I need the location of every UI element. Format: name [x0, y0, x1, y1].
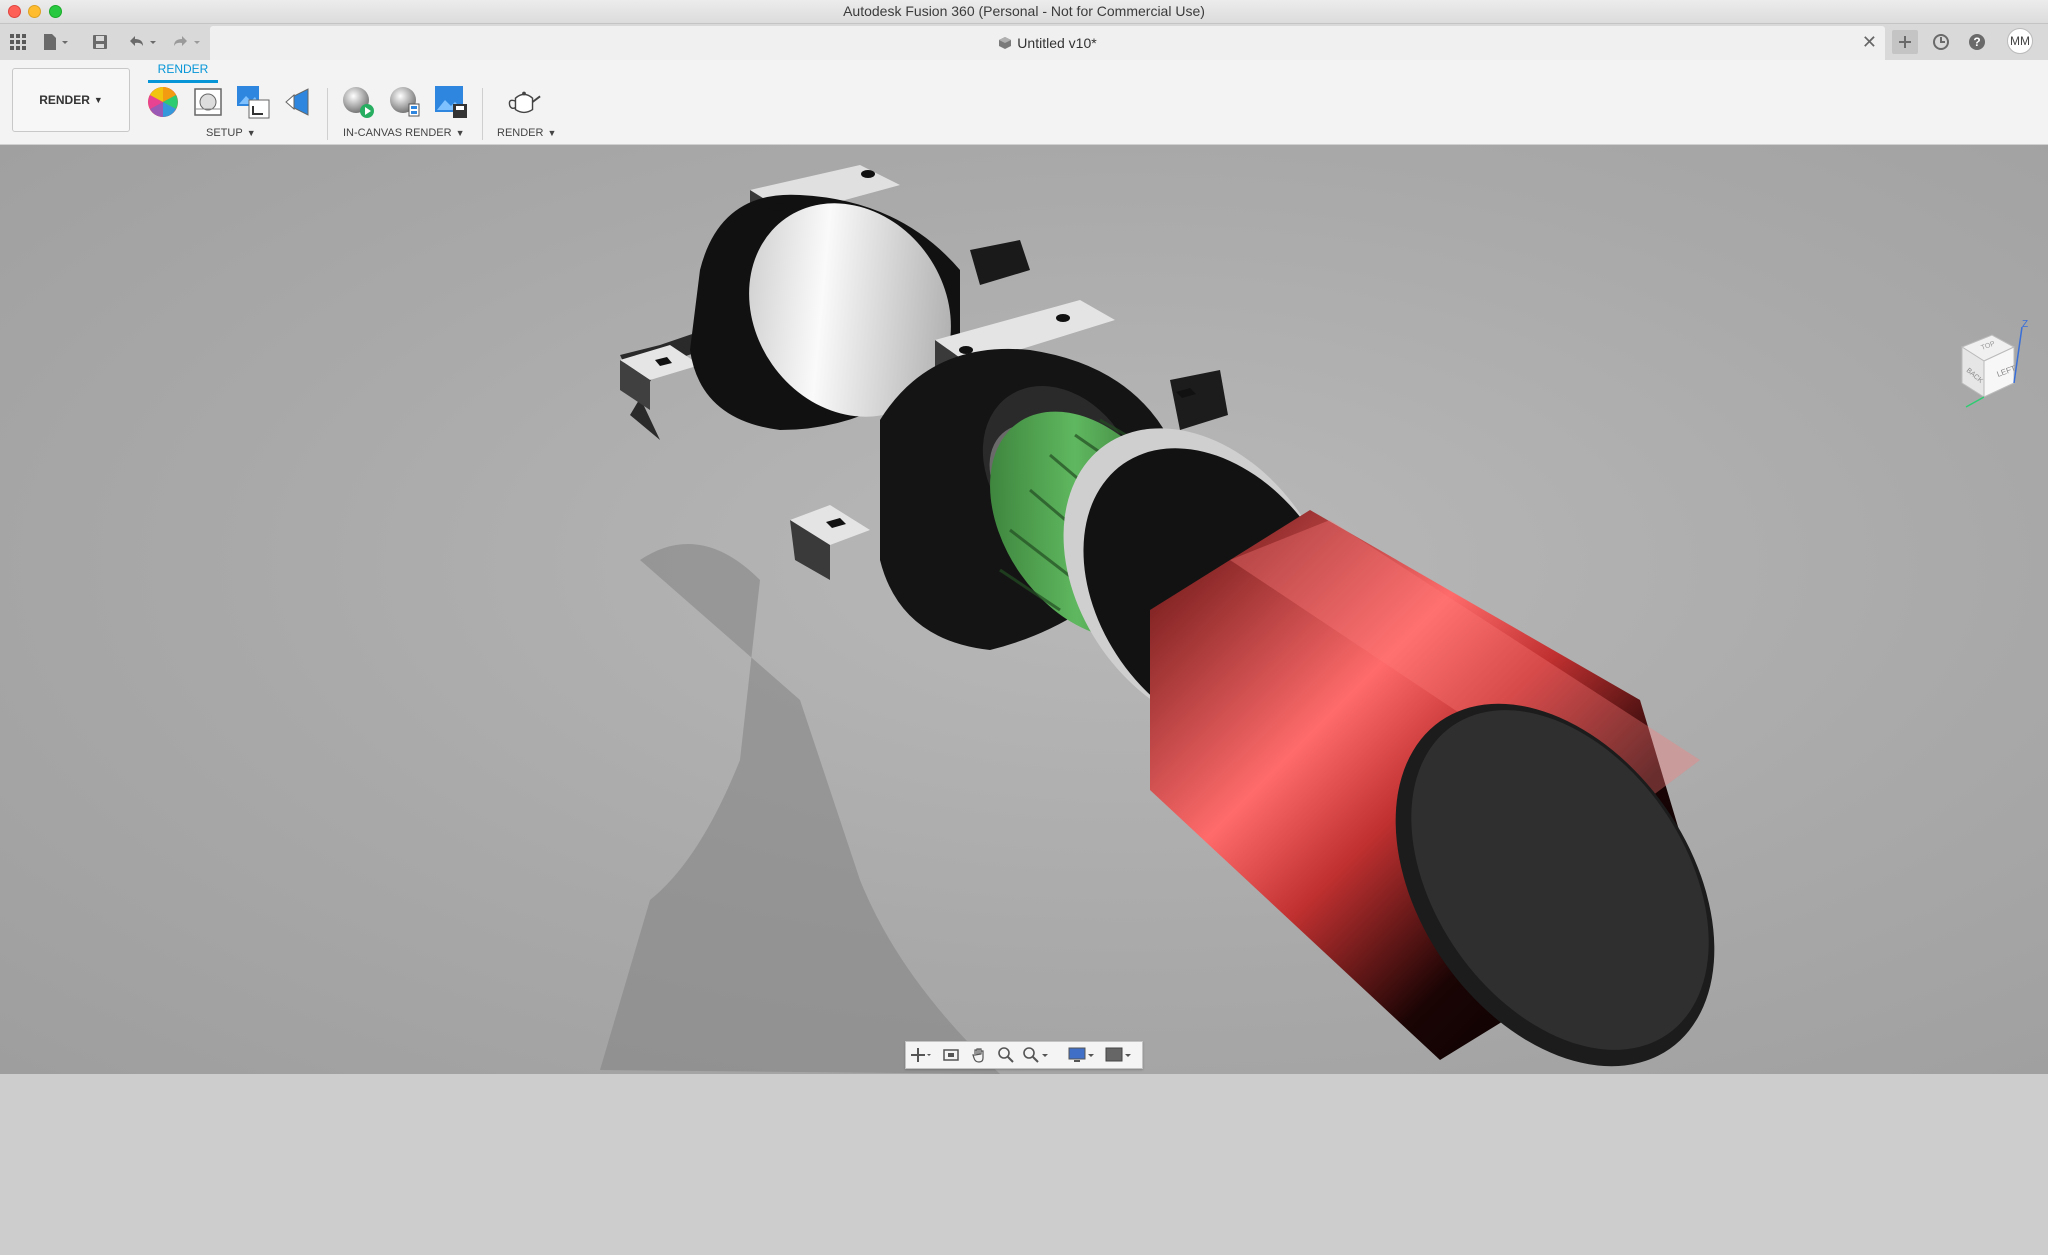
pan-icon[interactable]	[968, 1044, 990, 1066]
undo-icon[interactable]	[126, 31, 160, 53]
setup-group-menu[interactable]: SETUP ▼	[206, 127, 256, 139]
render-group-menu[interactable]: RENDER ▼	[497, 127, 556, 139]
in-canvas-render-group-menu[interactable]: IN-CANVAS RENDER ▼	[343, 127, 465, 139]
tab-render[interactable]: RENDER	[148, 62, 218, 83]
zoom-icon[interactable]	[995, 1044, 1017, 1066]
document-title: Untitled v10*	[1017, 35, 1097, 51]
look-at-icon[interactable]	[940, 1044, 962, 1066]
viewcube-z-axis-label: Z	[2022, 319, 2028, 330]
navigation-toolbar	[905, 1041, 1143, 1069]
window-title: Autodesk Fusion 360 (Personal - Not for …	[843, 3, 1205, 19]
file-icon[interactable]	[42, 31, 70, 53]
save-icon[interactable]	[91, 31, 109, 53]
redo-icon[interactable]	[170, 31, 204, 53]
render-group-label: RENDER	[497, 127, 544, 139]
component-icon	[998, 36, 1012, 50]
new-tab-icon[interactable]	[1892, 30, 1918, 54]
red-cylinder	[1150, 510, 1715, 1067]
setup-group-label: SETUP	[206, 127, 243, 139]
display-settings-icon[interactable]	[1067, 1044, 1097, 1066]
title-bar: Autodesk Fusion 360 (Personal - Not for …	[0, 0, 2048, 24]
viewcube[interactable]: LEFT BACK TOP Z	[1952, 317, 2032, 417]
document-tab[interactable]: Untitled v10* ✕	[210, 26, 1885, 60]
visual-style-icon[interactable]	[1104, 1044, 1134, 1066]
divider	[327, 88, 328, 140]
chevron-down-icon: ▼	[246, 128, 256, 138]
canvas-viewport[interactable]: LEFT BACK TOP Z	[0, 145, 2048, 1074]
divider	[482, 88, 483, 140]
in-canvas-settings-icon[interactable]	[387, 84, 423, 120]
texture-map-icon[interactable]	[235, 84, 271, 120]
render-teapot-icon[interactable]	[506, 84, 542, 120]
user-avatar[interactable]: MM	[2007, 28, 2033, 54]
chevron-down-icon: ▼	[547, 128, 557, 138]
decal-icon[interactable]	[281, 84, 317, 120]
capture-image-icon[interactable]	[433, 84, 469, 120]
chevron-down-icon: ▼	[455, 128, 465, 138]
in-canvas-render-group-label: IN-CANVAS RENDER	[343, 127, 452, 139]
workspace-label: RENDER	[39, 93, 90, 107]
quick-access-toolbar: Untitled v10* ✕ ? MM	[0, 24, 2048, 60]
scene-settings-icon[interactable]	[190, 84, 226, 120]
orbit-icon[interactable]	[910, 1044, 932, 1066]
help-icon[interactable]: ?	[1964, 30, 1990, 54]
close-tab-button[interactable]: ✕	[1862, 32, 1877, 53]
rendered-model	[600, 165, 1715, 1074]
job-status-icon[interactable]	[1928, 30, 1954, 54]
appearance-icon[interactable]	[145, 84, 181, 120]
chevron-down-icon: ▼	[93, 95, 103, 105]
svg-text:?: ?	[1973, 35, 1980, 49]
zoom-window-icon[interactable]	[1021, 1044, 1051, 1066]
in-canvas-render-icon[interactable]	[340, 84, 376, 120]
grid-menu-icon[interactable]	[9, 31, 27, 53]
ribbon-toolbar: RENDER ▼ RENDER SETUP ▼ IN-CANVAS RENDER…	[0, 60, 2048, 145]
workspace-switcher[interactable]: RENDER ▼	[12, 68, 130, 132]
bottom-panel	[0, 1074, 2048, 1255]
